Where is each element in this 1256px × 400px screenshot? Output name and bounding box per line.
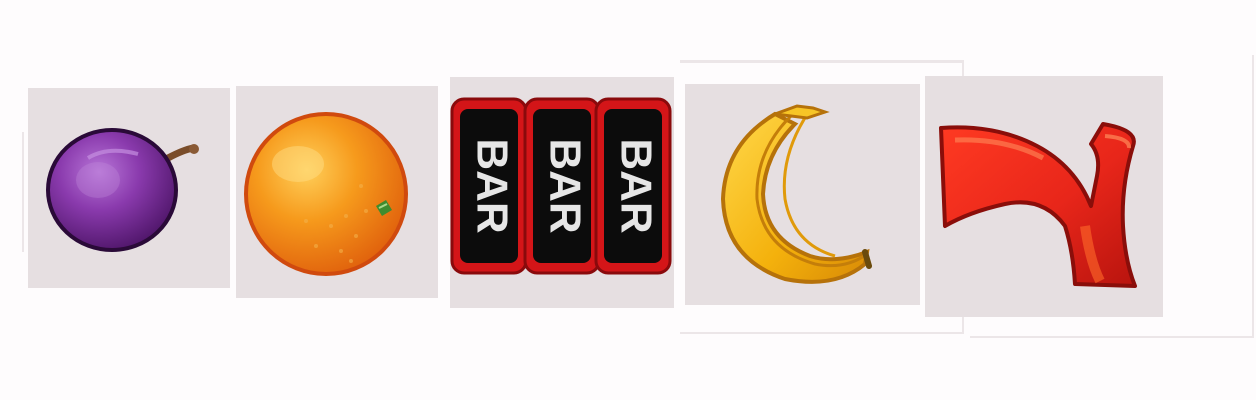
reel-symbol-triple-bar[interactable]: BAR BAR BAR [450, 77, 674, 308]
reel-symbol-plum[interactable] [28, 88, 230, 288]
bar-block-1: BAR [450, 97, 528, 275]
banana-icon [720, 104, 872, 284]
tile-frame-line [680, 332, 964, 334]
tile-frame-line [680, 60, 964, 63]
tile-frame-line [1252, 55, 1254, 337]
bar-text: BAR [611, 138, 660, 233]
triple-bar-icon: BAR BAR BAR [450, 97, 672, 275]
orange-icon [244, 112, 408, 276]
slot-reel-strip: BAR BAR BAR [0, 0, 1256, 400]
bar-block-3: BAR [594, 97, 672, 275]
seven-icon [939, 122, 1137, 288]
reel-symbol-banana[interactable] [685, 84, 920, 305]
reel-symbol-orange[interactable] [236, 86, 438, 298]
tile-frame-line [970, 336, 1254, 338]
reel-symbol-seven[interactable] [925, 76, 1163, 317]
plum-icon [46, 128, 199, 252]
bar-block-2: BAR [523, 97, 601, 275]
bar-text: BAR [467, 138, 516, 233]
tile-frame-line [22, 132, 24, 252]
bar-text: BAR [540, 138, 589, 233]
